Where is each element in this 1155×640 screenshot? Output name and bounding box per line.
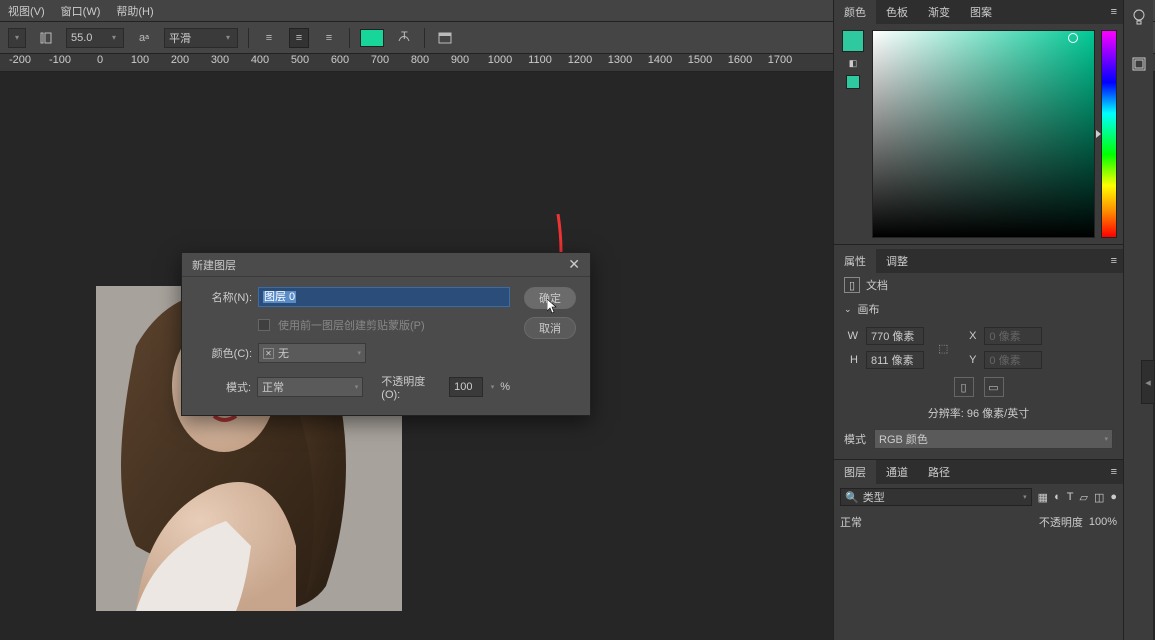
document-icon: ▯ <box>844 277 860 293</box>
flyout-tab[interactable]: ◂ <box>1141 360 1155 404</box>
w-label: W <box>844 330 858 342</box>
h-label: H <box>844 354 858 366</box>
background-color[interactable] <box>846 75 860 89</box>
text-color-swatch[interactable] <box>360 29 384 47</box>
height-input[interactable]: 811 像素 <box>866 351 924 369</box>
aa-icon[interactable]: aa <box>134 28 154 48</box>
ok-button[interactable]: 确定 <box>524 287 576 309</box>
resolution-text: 分辨率: 96 像素/英寸 <box>844 405 1113 421</box>
menu-view[interactable]: 视图(V) <box>8 3 45 19</box>
layer-name-input[interactable]: 图层 0 <box>258 287 510 307</box>
orientation-toggle-icon[interactable] <box>36 28 56 48</box>
color-field[interactable] <box>872 30 1095 238</box>
tool-preset-dd[interactable]: ▾ <box>8 28 26 48</box>
filter-image-icon[interactable]: ▦ <box>1038 491 1048 504</box>
tips-icon[interactable] <box>1130 8 1148 29</box>
name-label: 名称(N): <box>196 289 252 305</box>
blend-mode-dd[interactable]: 正常 <box>840 514 862 530</box>
hue-pointer <box>1096 130 1101 138</box>
filter-text-icon[interactable]: T <box>1067 491 1074 503</box>
filter-adjust-icon[interactable]: ◐ <box>1054 491 1061 503</box>
svg-text:T: T <box>401 31 408 42</box>
width-input[interactable]: 770 像素 <box>866 327 924 345</box>
colormode-select[interactable]: RGB 颜色▾ <box>874 429 1113 449</box>
new-layer-dialog: 新建图层 ✕ 名称(N): 图层 0 使用前一图层创建剪贴蒙版(P) 颜色(C)… <box>181 252 591 416</box>
main-area: -200-10001002003004005006007008009001000… <box>0 54 1155 640</box>
panel-toggle-icon[interactable] <box>435 28 455 48</box>
default-colors-icon[interactable]: ◧ <box>849 58 858 69</box>
colormode-label: 模式 <box>844 431 866 447</box>
cancel-button[interactable]: 取消 <box>524 317 576 339</box>
tab-gradient[interactable]: 渐变 <box>918 0 960 24</box>
tab-channels[interactable]: 通道 <box>876 460 918 484</box>
menu-help[interactable]: 帮助(H) <box>116 3 153 19</box>
panel-menu-icon[interactable]: ≡ <box>1111 6 1117 18</box>
filter-smart-icon[interactable]: ◫ <box>1094 491 1104 504</box>
y-label: Y <box>962 354 976 366</box>
dialog-close-icon[interactable]: ✕ <box>568 256 580 273</box>
orient-portrait-icon[interactable]: ▯ <box>954 377 974 397</box>
clipmask-checkbox[interactable] <box>258 319 270 331</box>
color-picker-cursor <box>1068 33 1078 43</box>
filter-toggle-icon[interactable]: ● <box>1110 491 1117 503</box>
far-right-strip <box>1123 0 1153 640</box>
tab-layers[interactable]: 图层 <box>834 460 876 484</box>
clipmask-label: 使用前一图层创建剪贴蒙版(P) <box>278 317 425 333</box>
blend-mode-select[interactable]: 正常▾ <box>257 377 363 397</box>
right-panel: 颜色 色板 渐变 图案 ≡ ◧ 属性 调整 ≡ ▯ <box>833 0 1123 640</box>
antialias-dd[interactable]: 平滑▾ <box>164 28 238 48</box>
y-input[interactable]: 0 像素 <box>984 351 1042 369</box>
align-right-icon[interactable]: ≡ <box>319 28 339 48</box>
orient-landscape-icon[interactable]: ▭ <box>984 377 1004 397</box>
tab-properties[interactable]: 属性 <box>834 249 876 273</box>
mode-label: 模式: <box>196 379 251 395</box>
tab-pattern[interactable]: 图案 <box>960 0 1002 24</box>
dialog-title: 新建图层 <box>192 257 236 273</box>
color-label: 颜色(C): <box>196 345 252 361</box>
layer-opacity-value[interactable]: 100% <box>1089 516 1117 528</box>
font-size-input[interactable]: 55.0▾ <box>66 28 124 48</box>
canvas-section-toggle[interactable]: ⌄ 画布 <box>834 297 1123 321</box>
filter-shape-icon[interactable]: ▱ <box>1079 491 1087 504</box>
align-center-icon[interactable]: ≡ <box>289 28 309 48</box>
tab-paths[interactable]: 路径 <box>918 460 960 484</box>
opacity-unit: % <box>500 381 510 393</box>
opacity-label: 不透明度(O): <box>381 373 443 401</box>
warp-text-icon[interactable]: T <box>394 28 414 48</box>
link-wh-icon[interactable]: ⬚ <box>938 342 948 355</box>
panel-menu-icon[interactable]: ≡ <box>1111 466 1117 478</box>
color-panel-tabs: 颜色 色板 渐变 图案 ≡ <box>834 0 1123 24</box>
prop-doc-label: 文档 <box>866 277 888 293</box>
libraries-icon[interactable] <box>1130 55 1148 76</box>
foreground-color[interactable] <box>842 30 864 52</box>
menu-window[interactable]: 窗口(W) <box>61 3 101 19</box>
tab-swatches[interactable]: 色板 <box>876 0 918 24</box>
search-icon: 🔍 <box>845 491 859 504</box>
tab-color[interactable]: 颜色 <box>834 0 876 24</box>
panel-menu-icon[interactable]: ≡ <box>1111 255 1117 267</box>
layer-color-select[interactable]: ✕ 无 ▾ <box>258 343 366 363</box>
hue-slider[interactable] <box>1101 30 1117 238</box>
layer-opacity-label: 不透明度 <box>1039 514 1083 530</box>
tab-adjust[interactable]: 调整 <box>876 249 918 273</box>
opacity-input[interactable]: 100 <box>449 377 483 397</box>
x-label: X <box>962 330 976 342</box>
layer-filter-input[interactable]: 🔍 类型 ▾ <box>840 488 1032 506</box>
x-input[interactable]: 0 像素 <box>984 327 1042 345</box>
align-left-icon[interactable]: ≡ <box>259 28 279 48</box>
